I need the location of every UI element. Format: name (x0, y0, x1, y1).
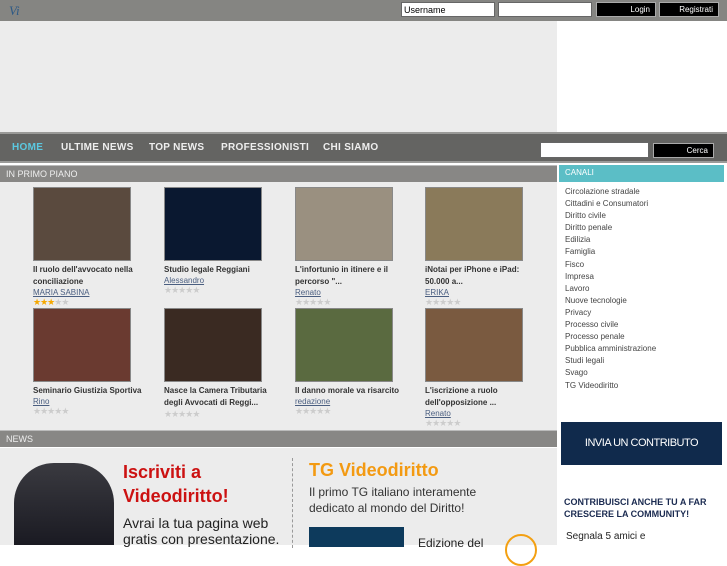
rating-stars[interactable]: ★★★★★ (33, 297, 153, 308)
canale-link[interactable]: Fisco (565, 259, 656, 271)
canale-link[interactable]: TG Videodiritto (565, 380, 656, 392)
rating-stars[interactable]: ★★★★★ (425, 418, 545, 429)
play-icon[interactable] (505, 534, 537, 566)
canale-link[interactable]: Lavoro (565, 283, 656, 295)
video-title[interactable]: Il ruolo dell'avvocato nella conciliazio… (33, 264, 145, 288)
people-image (14, 463, 114, 545)
canale-link[interactable]: Privacy (565, 307, 656, 319)
main-nav: HOME ULTIME NEWS TOP NEWS PROFESSIONISTI… (0, 132, 727, 163)
video-card[interactable]: iNotai per iPhone e iPad: 50.000 a... ER… (425, 187, 545, 308)
video-author[interactable]: MARIA SABINA (33, 288, 153, 297)
signup-text: Avrai la tua pagina web gratis con prese… (123, 515, 280, 547)
nav-ultime-news[interactable]: ULTIME NEWS (61, 142, 134, 153)
canali-list: Circolazione stradale Cittadini e Consuma… (565, 186, 656, 392)
tg-edition: Edizione del (418, 536, 484, 550)
video-author[interactable]: redazione (295, 397, 415, 406)
video-thumbnail[interactable] (33, 187, 131, 261)
register-button[interactable]: Registrati (659, 2, 719, 17)
canale-link[interactable]: Svago (565, 367, 656, 379)
canale-link[interactable]: Edilizia (565, 234, 656, 246)
banner-area (0, 21, 557, 132)
logo[interactable]: Vi (9, 3, 20, 19)
search-button[interactable]: Cerca (653, 143, 714, 158)
canale-link[interactable]: Circolazione stradale (565, 186, 656, 198)
video-card[interactable]: L'infortunio in itinere e il percorso ".… (295, 187, 415, 308)
invite-text: Segnala 5 amici e (566, 531, 646, 542)
canale-link[interactable]: Impresa (565, 271, 656, 283)
video-thumbnail[interactable] (295, 187, 393, 261)
video-title[interactable]: Seminario Giustizia Sportiva (33, 385, 145, 397)
canale-link[interactable]: Famiglia (565, 246, 656, 258)
video-title[interactable]: L'infortunio in itinere e il percorso ".… (295, 264, 407, 288)
video-card[interactable]: Il danno morale va risarcito redazione ★… (295, 308, 415, 417)
video-thumbnail[interactable] (33, 308, 131, 382)
video-card[interactable]: Il ruolo dell'avvocato nella conciliazio… (33, 187, 153, 308)
video-title[interactable]: Nasce la Camera Tributaria degli Avvocat… (164, 385, 276, 409)
video-author[interactable]: Alessandro (164, 276, 284, 285)
star-icon[interactable]: ★ (192, 409, 200, 419)
nav-top-news[interactable]: TOP NEWS (149, 142, 204, 153)
rating-stars[interactable]: ★★★★★ (295, 297, 415, 308)
tg-title[interactable]: TG Videodiritto (309, 460, 439, 481)
signup-title[interactable]: Iscriviti a Videodiritto! (123, 460, 263, 508)
rating-stars[interactable]: ★★★★★ (295, 406, 415, 417)
canale-link[interactable]: Processo penale (565, 331, 656, 343)
nav-home[interactable]: HOME (12, 142, 43, 153)
video-author[interactable]: Renato (425, 409, 545, 418)
rating-stars[interactable]: ★★★★★ (33, 406, 153, 417)
canale-link[interactable]: Pubblica amministrazione (565, 343, 656, 355)
password-input[interactable] (498, 2, 592, 17)
canale-link[interactable]: Diritto penale (565, 222, 656, 234)
video-thumbnail[interactable] (164, 187, 262, 261)
video-thumbnail[interactable] (295, 308, 393, 382)
video-card[interactable]: L'iscrizione a ruolo dell'opposizione ..… (425, 308, 545, 429)
video-author[interactable]: Rino (33, 397, 153, 406)
video-title[interactable]: iNotai per iPhone e iPad: 50.000 a... (425, 264, 537, 288)
section-header-primo-piano: IN PRIMO PIANO (0, 165, 557, 182)
video-card[interactable]: Seminario Giustizia Sportiva Rino ★★★★★ (33, 308, 153, 417)
nav-chi-siamo[interactable]: CHI SIAMO (323, 142, 378, 153)
top-bar: Vi Login Registrati (0, 0, 727, 21)
video-card[interactable]: Studio legale Reggiani Alessandro ★★★★★ (164, 187, 284, 296)
login-button[interactable]: Login (596, 2, 656, 17)
video-title[interactable]: Il danno morale va risarcito (295, 385, 407, 397)
star-icon[interactable]: ★ (323, 297, 331, 307)
canale-link[interactable]: Processo civile (565, 319, 656, 331)
star-icon[interactable]: ★ (61, 297, 69, 307)
tg-thumbnail[interactable] (309, 527, 404, 547)
news-area: Iscriviti a Videodiritto! Avrai la tua p… (0, 448, 557, 566)
video-author[interactable]: Renato (295, 288, 415, 297)
search-input[interactable] (540, 142, 649, 158)
canale-link[interactable]: Studi legali (565, 355, 656, 367)
star-icon[interactable]: ★ (453, 418, 461, 428)
video-thumbnail[interactable] (425, 308, 523, 382)
username-input[interactable] (401, 2, 495, 17)
star-icon[interactable]: ★ (61, 406, 69, 416)
video-author[interactable]: ERIKA (425, 288, 545, 297)
canale-link[interactable]: Nuove tecnologie (565, 295, 656, 307)
star-icon[interactable]: ★ (323, 406, 331, 416)
rating-stars[interactable]: ★★★★★ (425, 297, 545, 308)
canale-link[interactable]: Cittadini e Consumatori (565, 198, 656, 210)
star-icon[interactable]: ★ (453, 297, 461, 307)
section-header-news: NEWS (0, 430, 557, 447)
video-title[interactable]: L'iscrizione a ruolo dell'opposizione ..… (425, 385, 537, 409)
canale-link[interactable]: Diritto civile (565, 210, 656, 222)
video-thumbnail[interactable] (425, 187, 523, 261)
divider (292, 458, 293, 548)
nav-professionisti[interactable]: PROFESSIONISTI (221, 142, 309, 153)
star-icon[interactable]: ★ (192, 285, 200, 295)
contribute-button[interactable]: INVIA UN CONTRIBUTO (561, 422, 722, 465)
video-card[interactable]: Nasce la Camera Tributaria degli Avvocat… (164, 308, 284, 420)
canali-header: CANALI (559, 165, 724, 182)
tg-text: Il primo TG italiano interamente dedicat… (309, 485, 477, 515)
community-title: CONTRIBUISCI ANCHE TU A FAR CRESCERE LA … (564, 497, 707, 519)
rating-stars[interactable]: ★★★★★ (164, 409, 284, 420)
video-title[interactable]: Studio legale Reggiani (164, 264, 276, 276)
video-thumbnail[interactable] (164, 308, 262, 382)
rating-stars[interactable]: ★★★★★ (164, 285, 284, 296)
